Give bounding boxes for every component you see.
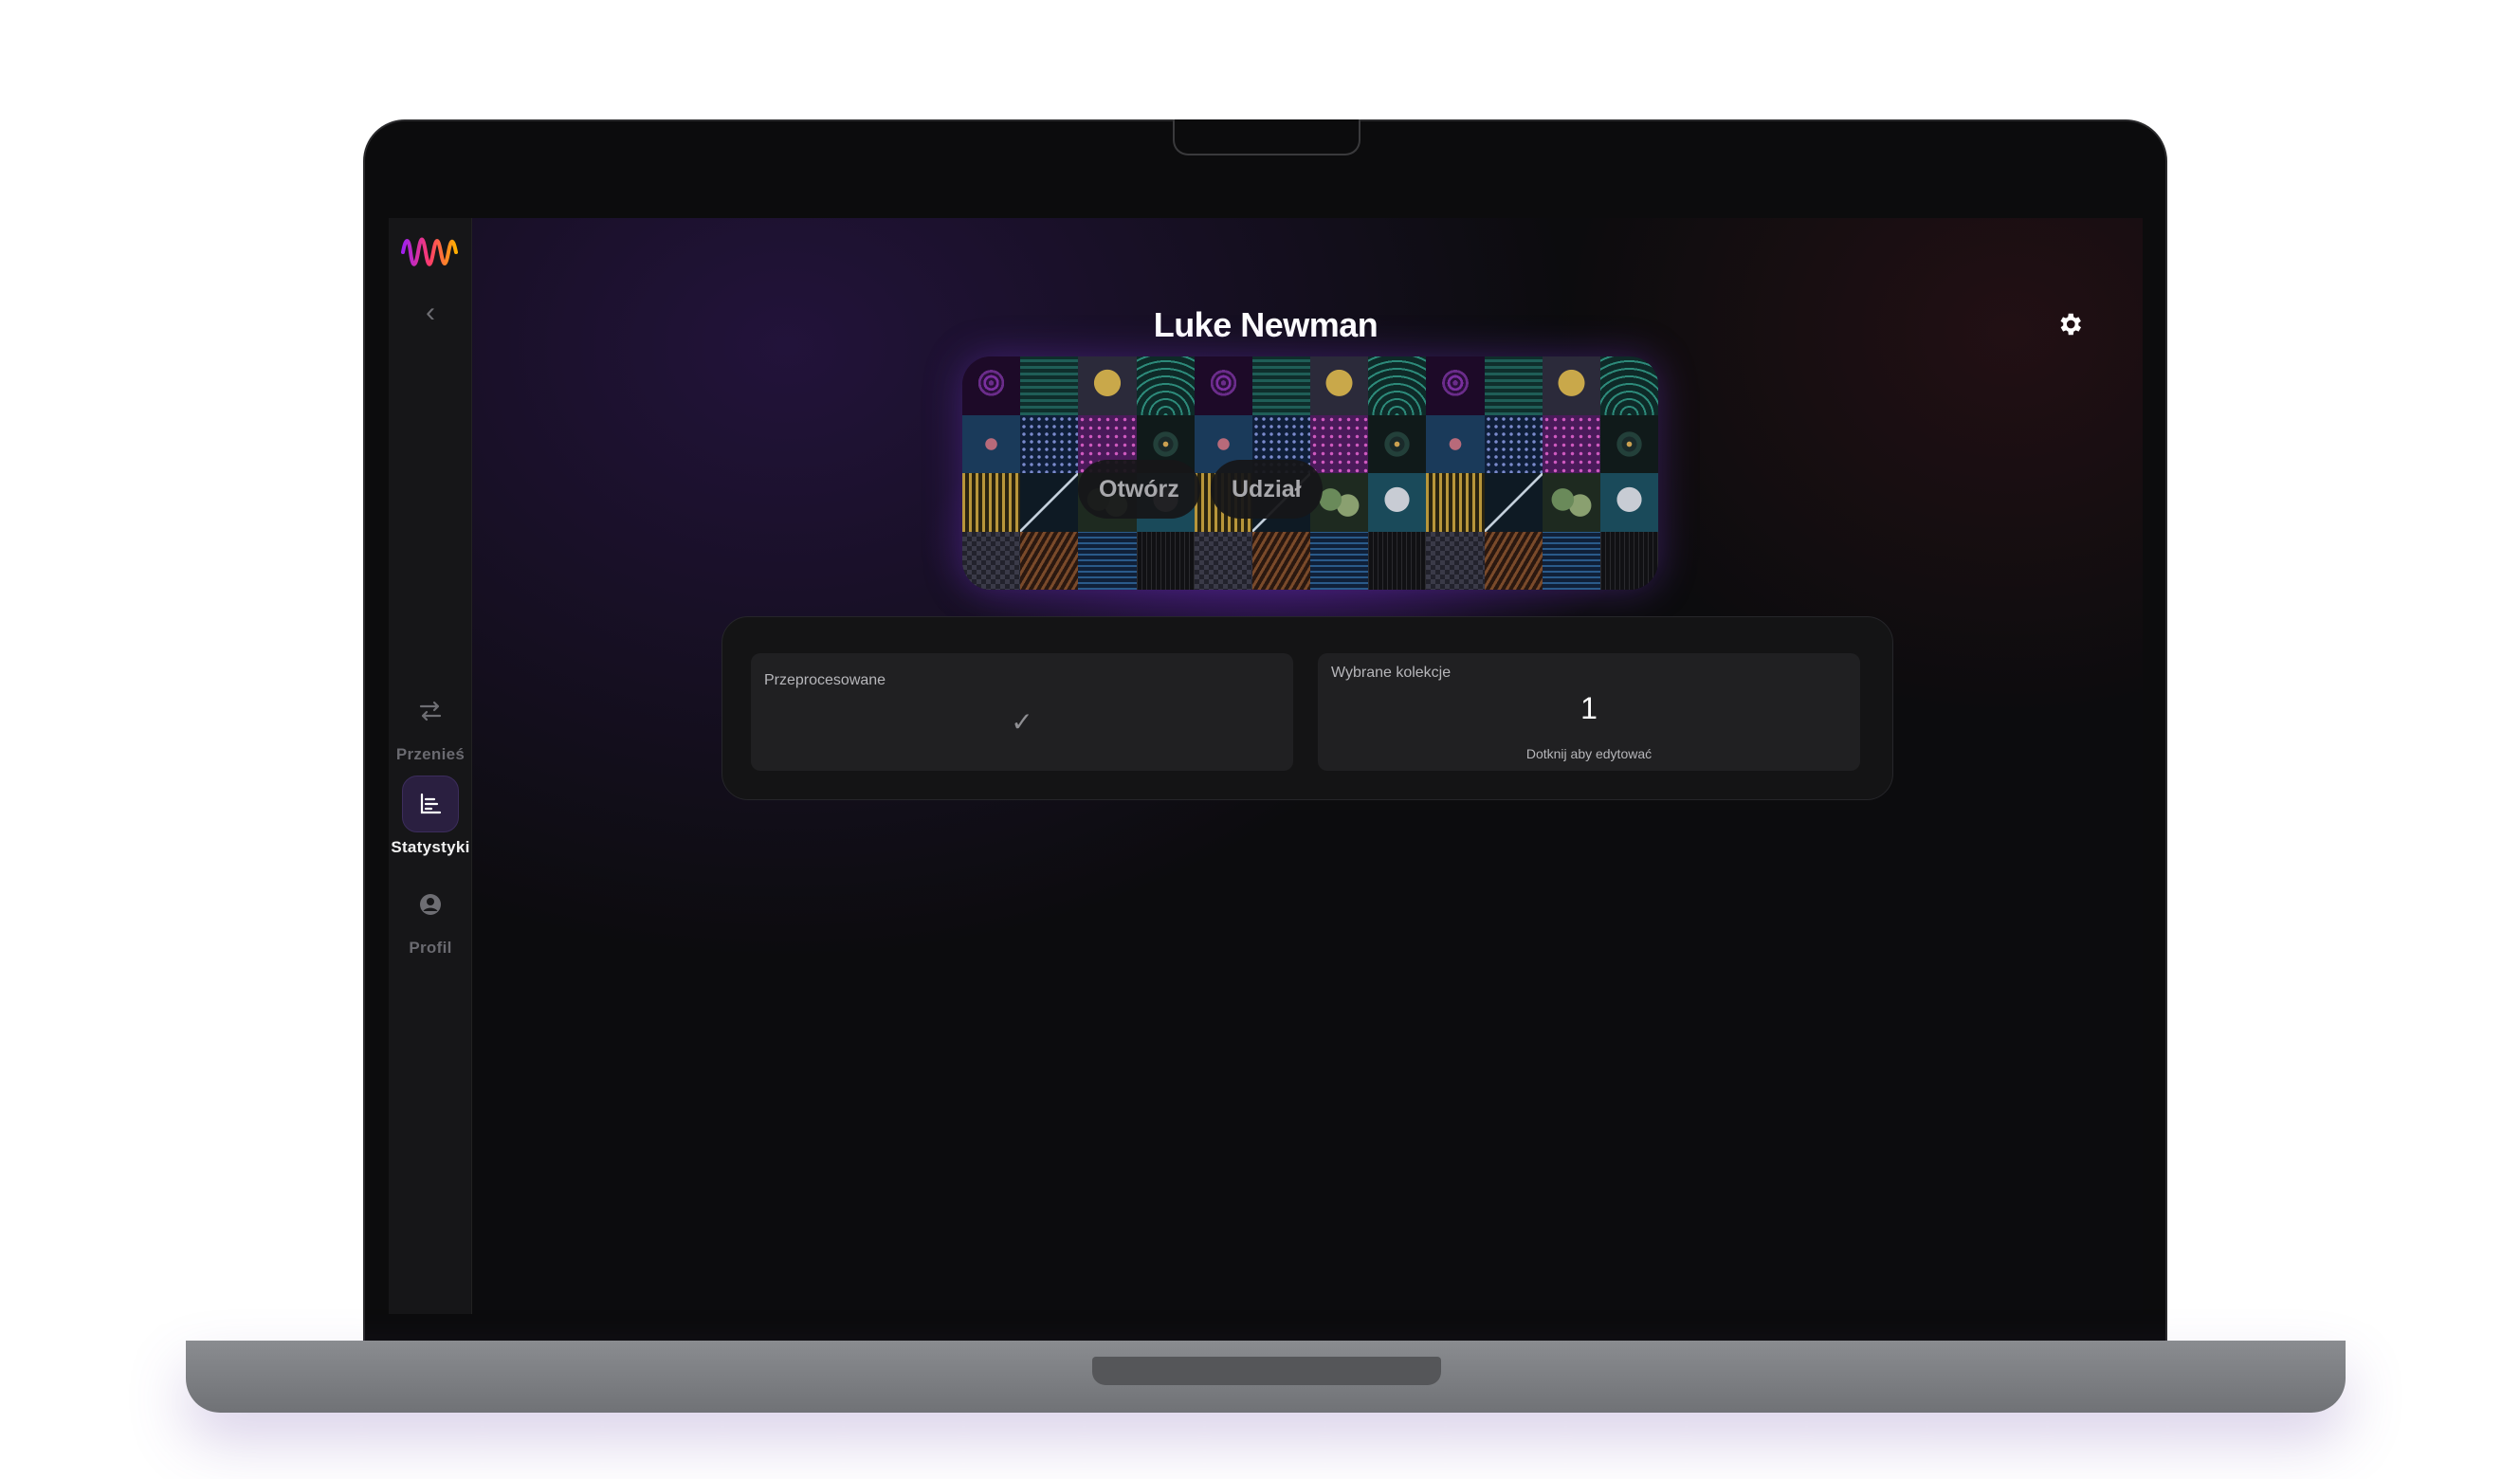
- open-button[interactable]: Otwórz: [1078, 460, 1200, 519]
- laptop-base-notch: [1092, 1357, 1441, 1385]
- camera-notch: [1173, 119, 1360, 155]
- collage-artwork-tile: [1020, 473, 1079, 532]
- selected-collections-card[interactable]: Wybrane kolekcje 1 Dotknij aby edytować: [1318, 653, 1860, 771]
- sidebar-item-profil[interactable]: Profil: [389, 876, 472, 958]
- sidebar-item-przenies[interactable]: Przenieś: [389, 683, 472, 764]
- collage-artwork-tile: [1078, 356, 1137, 415]
- collage-artwork-tile: [1599, 414, 1658, 473]
- collage-artwork-tile: [1542, 414, 1600, 473]
- collage-artwork-tile: [1020, 414, 1079, 473]
- collage-artwork-tile: [1251, 531, 1310, 590]
- sidebar-item-statystyki[interactable]: Statystyki: [389, 776, 472, 857]
- collage-artwork-tile: [1426, 356, 1485, 415]
- collage-artwork-tile: [1484, 531, 1543, 590]
- stats-panel: Przeprocesowane ✓ Wybrane kolekcje 1 Dot…: [721, 616, 1893, 800]
- collage-artwork-tile: [962, 414, 1021, 473]
- collage-artwork-tile: [962, 356, 1021, 415]
- collage-artwork-tile: [1310, 531, 1369, 590]
- collage-artwork-tile: [1310, 414, 1369, 473]
- processed-label: Przeprocesowane: [764, 672, 886, 688]
- profile-name-title: Luke Newman: [1153, 305, 1379, 344]
- collage-artwork-tile: [1368, 414, 1427, 473]
- collage-artwork-tile: [1020, 531, 1079, 590]
- collage-artwork-tile: [962, 473, 1021, 532]
- collage-artwork-tile: [1136, 531, 1195, 590]
- collage-artwork-tile: [1484, 473, 1543, 532]
- collage-artwork-tile: [1484, 356, 1543, 415]
- sidebar-item-label: Statystyki: [391, 838, 470, 856]
- collage-artwork-tile: [1194, 531, 1252, 590]
- collage-artwork-tile: [1078, 531, 1137, 590]
- selected-collections-count: 1: [1580, 691, 1598, 725]
- collage-artwork-tile: [1368, 473, 1427, 532]
- settings-gear-icon[interactable]: [2055, 310, 2084, 338]
- sidebar: ‹ Przenieś Statystyki Profil: [389, 218, 472, 1314]
- collage-artwork-tile: [1194, 356, 1252, 415]
- checkmark-icon: ✓: [1011, 707, 1033, 737]
- collage-artwork-tile: [1426, 531, 1485, 590]
- collage-artwork-tile: [962, 531, 1021, 590]
- sidebar-item-label: Przenieś: [395, 745, 466, 763]
- collage-artwork-tile: [1599, 356, 1658, 415]
- tap-to-edit-hint: Dotknij aby edytować: [1525, 746, 1653, 761]
- processed-card[interactable]: Przeprocesowane ✓: [751, 653, 1293, 771]
- collage-artwork-tile: [1426, 473, 1485, 532]
- collage-artwork-tile: [1542, 531, 1600, 590]
- collage-artwork-tile: [1310, 356, 1369, 415]
- share-button[interactable]: Udział: [1211, 460, 1323, 519]
- collage-artwork-tile: [1251, 356, 1310, 415]
- collage-artwork-tile: [1368, 531, 1427, 590]
- sidebar-item-label: Profil: [409, 939, 452, 957]
- collage-artwork-tile: [1020, 356, 1079, 415]
- stats-list-icon: [420, 793, 442, 814]
- waveform-logo-icon: [401, 237, 458, 266]
- collage-artwork-tile: [1542, 473, 1600, 532]
- transfer-arrows-icon: [419, 701, 442, 721]
- collage-artwork-tile: [1542, 356, 1600, 415]
- collage-artwork-tile: [1599, 531, 1658, 590]
- collage-artwork-tile: [1136, 356, 1195, 415]
- selected-collections-label: Wybrane kolekcje: [1331, 665, 1452, 681]
- user-circle-icon: [420, 894, 441, 915]
- collage-artwork-tile: [1484, 414, 1543, 473]
- collage-artwork-tile: [1599, 473, 1658, 532]
- collage-artwork-tile: [1368, 356, 1427, 415]
- collage-artwork-tile: [1426, 414, 1485, 473]
- app-screen: ‹ Przenieś Statystyki Profil Luke Newman…: [389, 218, 2143, 1314]
